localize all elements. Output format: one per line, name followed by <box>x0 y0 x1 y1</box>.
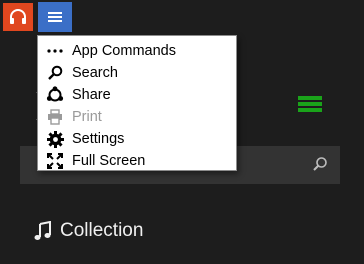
menu-item-search[interactable]: Search <box>38 62 236 84</box>
menu-item-label: Search <box>72 65 118 81</box>
list-menu-icon[interactable] <box>298 95 322 113</box>
app-menu-dropdown: App Commands Search Share Print Settings… <box>37 35 237 171</box>
music-note-icon <box>34 221 51 240</box>
menu-item-share[interactable]: Share <box>38 84 236 106</box>
menu-item-label: Full Screen <box>72 153 146 169</box>
menu-item-app-commands[interactable]: App Commands <box>38 40 236 62</box>
hamburger-icon <box>48 12 62 22</box>
top-bar <box>0 0 364 34</box>
menu-item-label: Settings <box>72 131 125 147</box>
headphones-icon <box>10 9 26 24</box>
collection-label: Collection <box>60 220 144 241</box>
search-icon <box>38 65 72 81</box>
share-icon <box>38 86 72 104</box>
menu-item-label: App Commands <box>72 43 176 59</box>
collection-nav-item[interactable]: Collection <box>34 218 143 244</box>
menu-item-label: Share <box>72 87 111 103</box>
gear-icon <box>38 130 72 148</box>
main-menu-button[interactable] <box>38 2 72 32</box>
menu-item-settings[interactable]: Settings <box>38 128 236 150</box>
fullscreen-icon <box>38 153 72 169</box>
app-logo[interactable] <box>3 3 33 31</box>
printer-icon <box>38 109 72 125</box>
menu-item-print: Print <box>38 106 236 128</box>
search-icon[interactable] <box>312 156 328 172</box>
menu-item-label: Print <box>72 109 102 125</box>
more-dots-icon <box>38 49 72 53</box>
menu-item-full-screen[interactable]: Full Screen <box>38 150 236 172</box>
